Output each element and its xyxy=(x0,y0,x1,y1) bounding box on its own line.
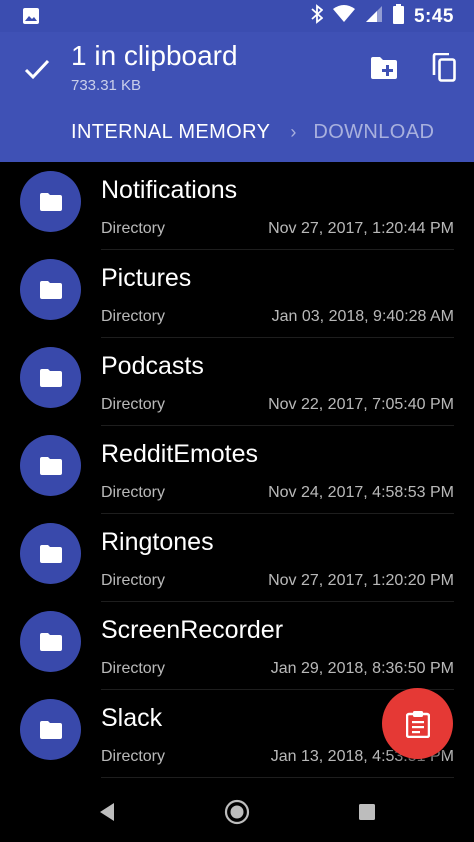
copy-icon xyxy=(432,53,456,82)
clipboard-title: 1 in clipboard xyxy=(71,40,238,71)
file-type: Directory xyxy=(101,396,166,413)
file-type: Directory xyxy=(101,220,166,237)
folder-icon xyxy=(20,435,81,496)
paste-clipboard-icon xyxy=(405,710,430,738)
confirm-check-button[interactable] xyxy=(20,52,54,86)
list-item[interactable]: ScreenRecorder Directory Jan 29, 2018, 8… xyxy=(0,602,474,690)
file-name: RedditEmotes xyxy=(101,440,259,468)
bluetooth-icon xyxy=(311,4,324,29)
paste-fab-button[interactable] xyxy=(382,688,453,759)
file-type: Directory xyxy=(101,572,166,589)
file-type: Directory xyxy=(101,748,166,765)
recents-button[interactable] xyxy=(357,802,377,822)
file-name: ScreenRecorder xyxy=(101,616,284,644)
file-type: Directory xyxy=(101,484,166,501)
file-type: Directory xyxy=(101,308,166,325)
file-name: Slack xyxy=(101,704,163,732)
status-time: 5:45 xyxy=(413,5,454,27)
divider xyxy=(101,777,454,778)
recents-icon xyxy=(359,804,375,820)
home-button[interactable] xyxy=(223,798,251,826)
check-icon xyxy=(24,59,50,80)
cellular-signal-icon xyxy=(365,5,383,28)
breadcrumb-internal-memory[interactable]: INTERNAL MEMORY xyxy=(71,118,270,146)
file-date: Nov 24, 2017, 4:58:53 PM xyxy=(268,484,454,501)
breadcrumb-download[interactable]: DOWNLOAD xyxy=(313,118,434,146)
file-date: Nov 27, 2017, 1:20:20 PM xyxy=(268,572,454,589)
file-name: Notifications xyxy=(101,176,238,204)
status-icons: 5:45 xyxy=(311,4,454,29)
wifi-icon xyxy=(332,5,355,28)
back-button[interactable] xyxy=(95,800,119,824)
folder-icon xyxy=(20,259,81,320)
list-item[interactable]: Pictures Directory Jan 03, 2018, 9:40:28… xyxy=(0,250,474,338)
list-item[interactable]: Ringtones Directory Nov 27, 2017, 1:20:2… xyxy=(0,514,474,602)
back-icon xyxy=(100,803,114,821)
file-date: Jan 29, 2018, 8:36:50 PM xyxy=(270,660,454,677)
app-bar: 1 in clipboard 733.31 KB INTERNAL MEMORY… xyxy=(0,32,474,162)
new-folder-button[interactable] xyxy=(366,50,402,86)
list-item[interactable]: RedditEmotes Directory Nov 24, 2017, 4:5… xyxy=(0,426,474,514)
clipboard-size: 733.31 KB xyxy=(71,77,142,94)
file-date: Nov 22, 2017, 7:05:40 PM xyxy=(268,396,454,413)
battery-icon xyxy=(392,4,404,29)
copy-button[interactable] xyxy=(426,50,462,86)
chevron-right-icon: › xyxy=(290,122,297,142)
breadcrumb: INTERNAL MEMORY › DOWNLOAD xyxy=(71,118,434,146)
navigation-bar xyxy=(0,782,474,842)
file-name: Pictures xyxy=(101,264,192,292)
file-type: Directory xyxy=(101,660,166,677)
file-date: Jan 03, 2018, 9:40:28 AM xyxy=(271,308,454,325)
new-folder-icon xyxy=(371,57,397,79)
file-name: Ringtones xyxy=(101,528,214,556)
file-manager-screen: 5:45 1 in clipboard 733.31 KB INTERNAL M… xyxy=(0,0,474,842)
list-item[interactable]: Podcasts Directory Nov 22, 2017, 7:05:40… xyxy=(0,338,474,426)
image-notification-icon xyxy=(22,7,40,30)
folder-icon xyxy=(20,171,81,232)
file-name: Podcasts xyxy=(101,352,204,380)
file-date: Nov 27, 2017, 1:20:44 PM xyxy=(268,220,454,237)
home-icon xyxy=(224,799,250,825)
status-bar: 5:45 xyxy=(0,0,474,32)
folder-icon xyxy=(20,611,81,672)
file-list: Notifications Directory Nov 27, 2017, 1:… xyxy=(0,162,474,778)
folder-icon xyxy=(20,523,81,584)
folder-icon xyxy=(20,699,81,760)
folder-icon xyxy=(20,347,81,408)
list-item[interactable]: Notifications Directory Nov 27, 2017, 1:… xyxy=(0,162,474,250)
